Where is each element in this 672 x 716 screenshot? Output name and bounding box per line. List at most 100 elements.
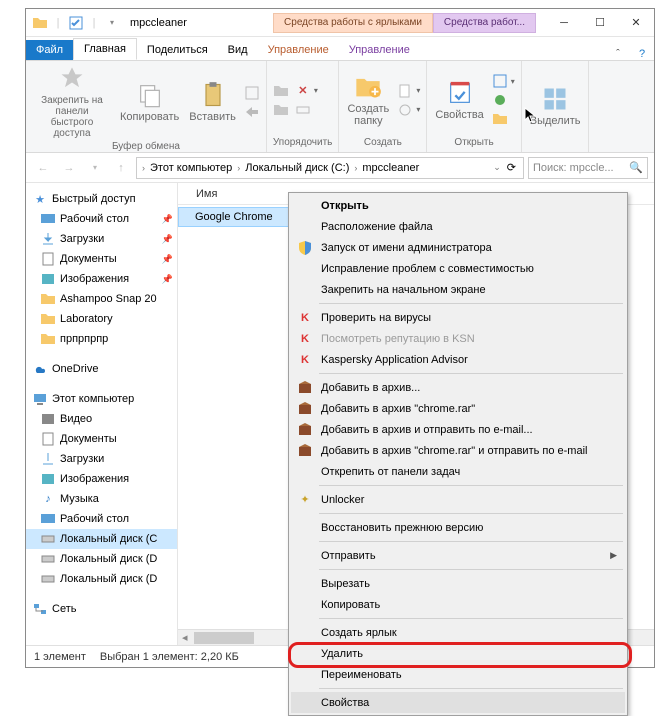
sidebar-item-drive-c[interactable]: Локальный диск (C [26, 529, 177, 549]
sidebar-item-laboratory[interactable]: Laboratory [26, 309, 177, 329]
context-menu: Открыть Расположение файла Запуск от име… [288, 192, 628, 716]
new-item-button[interactable]: ▾ [397, 83, 420, 99]
checkbox-icon[interactable] [68, 15, 84, 31]
group-organize: Упорядочить [273, 137, 333, 150]
ctx-restore[interactable]: Восстановить прежнюю версию [291, 517, 625, 538]
open-button[interactable]: ▾ [492, 73, 515, 89]
ctx-open[interactable]: Открыть [291, 195, 625, 216]
ctx-admin[interactable]: Запуск от имени администратора [291, 237, 625, 258]
easy-access-button[interactable]: ▾ [397, 102, 420, 118]
tab-view[interactable]: Вид [218, 40, 258, 60]
titlebar: | | ▾ mpccleaner Средства работы с ярлык… [26, 9, 654, 37]
sidebar-item-music[interactable]: ♪Музыка [26, 489, 177, 509]
ribbon-tabs: Файл Главная Поделиться Вид Управление У… [26, 37, 654, 61]
pin-quick-button[interactable]: Закрепить на панели быстрого доступа [32, 63, 112, 141]
ctx-pin-start[interactable]: Закрепить на начальном экране [291, 279, 625, 300]
network[interactable]: Сеть [26, 599, 177, 619]
rename-button[interactable] [295, 102, 318, 118]
sidebar-item-documents[interactable]: Документы📌 [26, 249, 177, 269]
tab-manage-1[interactable]: Управление [258, 40, 339, 60]
ctx-location[interactable]: Расположение файла [291, 216, 625, 237]
sidebar-item-pictures2[interactable]: Изображения [26, 469, 177, 489]
item-count: 1 элемент [34, 651, 86, 663]
sidebar-item-drive-d[interactable]: Локальный диск (D [26, 549, 177, 569]
ctx-copy[interactable]: Копировать [291, 594, 625, 615]
tab-share[interactable]: Поделиться [137, 40, 218, 60]
ctx-archive-chrome-mail[interactable]: Добавить в архив "chrome.rar" и отправит… [291, 440, 625, 461]
forward-button[interactable]: → [58, 157, 80, 179]
sidebar-item-drive-d2[interactable]: Локальный диск (D [26, 569, 177, 589]
edit-button[interactable] [492, 92, 515, 108]
ctx-properties[interactable]: Свойства [291, 692, 625, 713]
sidebar-item-downloads2[interactable]: Загрузки [26, 449, 177, 469]
tab-manage-2[interactable]: Управление [339, 40, 420, 60]
sidebar-item-desktop2[interactable]: Рабочий стол [26, 509, 177, 529]
this-pc[interactable]: Этот компьютер [26, 389, 177, 409]
dropdown-icon[interactable]: ▾ [104, 15, 120, 31]
dropdown-icon[interactable]: ⌄ [493, 162, 501, 173]
ctx-unlocker[interactable]: ✦Unlocker [291, 489, 625, 510]
copy-path-button[interactable] [244, 85, 260, 101]
delete-button[interactable]: ✕▾ [295, 83, 318, 99]
ctx-kav[interactable]: KKaspersky Application Advisor [291, 349, 625, 370]
label: Закрепить на панели быстрого доступа [34, 95, 110, 139]
ctx-archive-mail[interactable]: Добавить в архив и отправить по e-mail..… [291, 419, 625, 440]
sidebar-item-custom[interactable]: прпрпрпр [26, 329, 177, 349]
properties-button[interactable]: Свойства [433, 77, 485, 123]
paste-shortcut-button[interactable] [244, 104, 260, 120]
winrar-icon [297, 380, 313, 396]
context-tab-tools[interactable]: Средства работ... [433, 13, 536, 33]
copy-button[interactable]: Копировать [118, 79, 181, 125]
sidebar-item-videos[interactable]: Видео [26, 409, 177, 429]
ctx-shortcut[interactable]: Создать ярлык [291, 622, 625, 643]
refresh-icon[interactable]: ⟳ [503, 161, 520, 174]
back-button[interactable]: ← [32, 157, 54, 179]
help-icon[interactable]: ? [630, 48, 654, 60]
history-button[interactable] [492, 111, 515, 127]
close-button[interactable]: ✕ [618, 9, 654, 37]
ctx-compat[interactable]: Исправление проблем с совместимостью [291, 258, 625, 279]
crumb-pc[interactable]: Этот компьютер [147, 162, 235, 174]
ctx-send-to[interactable]: Отправить▶ [291, 545, 625, 566]
new-folder-button[interactable]: Создать папку [345, 71, 391, 129]
onedrive[interactable]: OneDrive [26, 359, 177, 379]
group-select [528, 148, 583, 150]
copy-to-button[interactable] [273, 102, 289, 118]
crumb-folder[interactable]: mpccleaner [359, 162, 422, 174]
maximize-button[interactable]: ☐ [582, 9, 618, 37]
address-box[interactable]: › Этот компьютер › Локальный диск (C:) ›… [136, 157, 524, 179]
ctx-delete[interactable]: Удалить [291, 643, 625, 664]
ribbon-collapse-icon[interactable]: ˆ [606, 48, 630, 60]
winrar-icon [297, 422, 313, 438]
ctx-archive-chrome[interactable]: Добавить в архив "chrome.rar" [291, 398, 625, 419]
up-button[interactable]: ↑ [110, 157, 132, 179]
minimize-button[interactable]: ─ [546, 9, 582, 37]
move-to-button[interactable] [273, 83, 289, 99]
sidebar-item-pictures[interactable]: Изображения📌 [26, 269, 177, 289]
sidebar-item-desktop[interactable]: Рабочий стол📌 [26, 209, 177, 229]
ctx-cut[interactable]: Вырезать [291, 573, 625, 594]
ctx-unpin-taskbar[interactable]: Открепить от панели задач [291, 461, 625, 482]
sidebar-item-ashampoo[interactable]: Ashampoo Snap 20 [26, 289, 177, 309]
select-button[interactable]: Выделить [528, 83, 583, 129]
pin-icon: 📌 [162, 274, 173, 285]
tab-home[interactable]: Главная [73, 38, 137, 60]
ctx-archive[interactable]: Добавить в архив... [291, 377, 625, 398]
divider-icon: | [50, 15, 66, 31]
ctx-ksn[interactable]: KПосмотреть репутацию в KSN [291, 328, 625, 349]
ribbon: Закрепить на панели быстрого доступа Коп… [26, 61, 654, 153]
sidebar-item-documents2[interactable]: Документы [26, 429, 177, 449]
recent-button[interactable]: ▾ [84, 157, 106, 179]
search-placeholder: Поиск: mpccle... [533, 162, 614, 174]
paste-button[interactable]: Вставить [187, 79, 238, 125]
context-tab-shortcuts[interactable]: Средства работы с ярлыками [273, 13, 433, 33]
winrar-icon [297, 443, 313, 459]
sidebar-item-downloads[interactable]: Загрузки📌 [26, 229, 177, 249]
tab-file[interactable]: Файл [26, 40, 73, 60]
ctx-scan-virus[interactable]: KПроверить на вирусы [291, 307, 625, 328]
search-input[interactable]: Поиск: mpccle... 🔍 [528, 157, 648, 179]
pin-icon: 📌 [162, 214, 173, 225]
quick-access[interactable]: ★Быстрый доступ [26, 189, 177, 209]
ctx-rename[interactable]: Переименовать [291, 664, 625, 685]
crumb-drive[interactable]: Локальный диск (C:) [242, 162, 352, 174]
